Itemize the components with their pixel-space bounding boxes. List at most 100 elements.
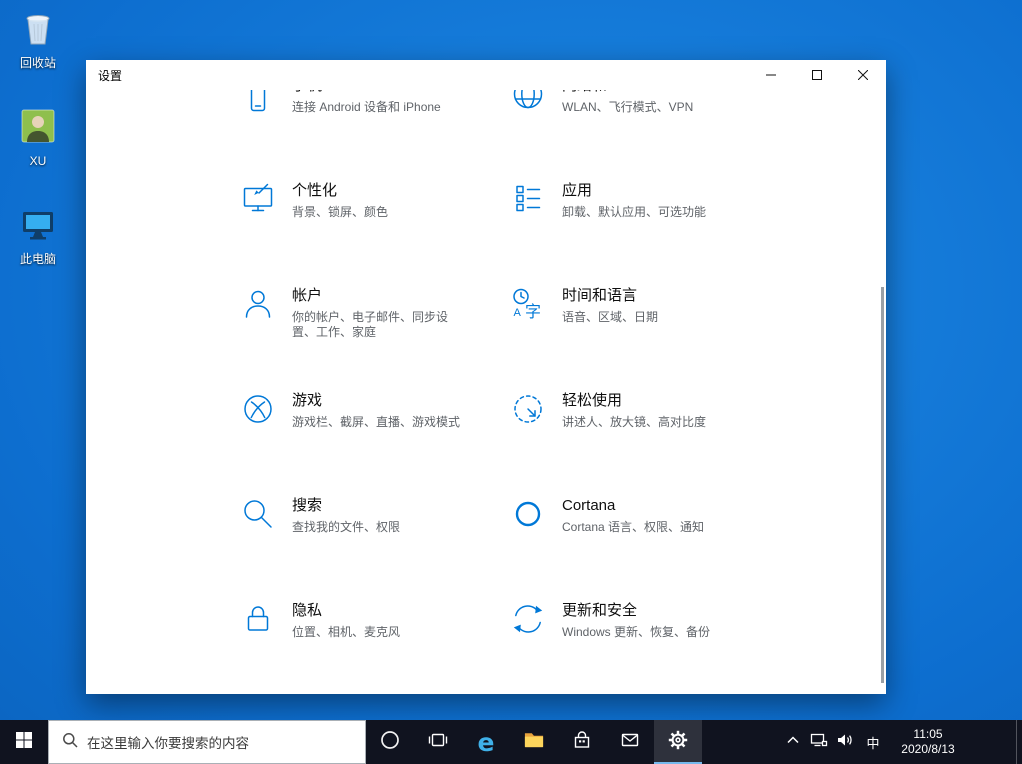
category-title: 游戏	[292, 392, 323, 409]
chevron-up-icon	[785, 732, 801, 753]
desktop-icon-this-pc[interactable]: 此电脑	[6, 204, 70, 266]
settings-category-apps[interactable]: 应用 卸载、默认应用、可选功能	[510, 179, 780, 284]
task-view-icon	[428, 730, 448, 755]
maximize-icon	[812, 70, 822, 80]
category-subtitle: 游戏栏、截屏、直播、游戏模式	[292, 415, 461, 429]
minimize-icon	[766, 74, 776, 76]
task-view-button[interactable]	[414, 720, 462, 764]
settings-titlebar[interactable]: 设置	[86, 60, 886, 90]
file-explorer-button[interactable]	[510, 720, 558, 764]
desktop-icon-recycle-bin[interactable]: 回收站	[6, 8, 70, 70]
desktop-icon-user-files[interactable]: XU	[6, 106, 70, 168]
cortana-icon	[510, 496, 546, 532]
desktop-icon-label: 此电脑	[19, 252, 56, 266]
category-title: 隐私	[292, 602, 323, 619]
network-button[interactable]	[806, 720, 832, 764]
speaker-icon	[836, 731, 854, 754]
taskbar-search-box[interactable]: 在这里输入你要搜索的内容	[48, 720, 366, 764]
category-subtitle: Windows 更新、恢复、备份	[562, 625, 711, 639]
category-title: Cortana	[562, 497, 616, 514]
category-title: 搜索	[292, 497, 323, 514]
close-button[interactable]	[840, 60, 886, 90]
tray-spacer	[968, 720, 1016, 764]
settings-category-phone[interactable]: 手机 连接 Android 设备和 iPhone	[240, 90, 510, 179]
desktop: 回收站 XU 此电脑 设置 连接 Android 设备和 iPhone WLAN…	[0, 0, 1022, 720]
computer-icon	[18, 204, 58, 249]
user-picture-icon	[18, 106, 58, 151]
start-button[interactable]	[0, 720, 48, 764]
desktop-icons: 回收站 XU 此电脑	[6, 8, 70, 266]
settings-category-network[interactable]: 网络和 Internet WLAN、飞行模式、VPN	[510, 90, 780, 179]
tray-overflow-button[interactable]	[780, 720, 806, 764]
xbox-icon	[240, 391, 276, 427]
settings-category-grid: 手机 连接 Android 设备和 iPhone 网络	[240, 90, 886, 694]
category-title: 轻松使用	[562, 392, 623, 409]
network-ethernet-icon	[810, 731, 828, 754]
ime-indicator[interactable]: 中	[858, 720, 888, 764]
windows-logo-icon	[15, 731, 33, 754]
category-subtitle: 背景、锁屏、颜色	[292, 205, 389, 219]
svg-text:A: A	[514, 307, 522, 319]
settings-category-gaming[interactable]: 游戏 游戏栏、截屏、直播、游戏模式	[240, 389, 510, 494]
svg-text:字: 字	[525, 303, 541, 321]
category-subtitle: 位置、相机、麦克风	[292, 625, 401, 639]
globe-icon	[510, 90, 546, 112]
desktop-icon-label: XU	[29, 154, 47, 168]
settings-category-accounts[interactable]: 帐户 你的帐户、电子邮件、同步设置、工作、家庭	[240, 284, 510, 389]
category-title: 应用	[562, 182, 593, 199]
category-title: 手机	[292, 90, 441, 95]
category-title: 更新和安全	[562, 602, 638, 619]
store-button[interactable]	[558, 720, 606, 764]
maximize-button[interactable]	[794, 60, 840, 90]
lock-icon	[240, 601, 276, 637]
volume-button[interactable]	[832, 720, 858, 764]
category-title: 帐户	[292, 287, 323, 304]
category-subtitle: 连接 Android 设备和 iPhone	[292, 100, 441, 114]
category-subtitle: WLAN、飞行模式、VPN	[562, 100, 694, 114]
show-desktop-button[interactable]	[1016, 720, 1022, 764]
settings-category-cortana[interactable]: Cortana Cortana 语言、权限、通知	[510, 494, 780, 599]
update-refresh-icon	[510, 601, 546, 637]
apps-icon	[510, 181, 546, 217]
settings-app-button[interactable]	[654, 720, 702, 764]
search-icon	[62, 732, 78, 753]
settings-category-ease-of-access[interactable]: 轻松使用 讲述人、放大镜、高对比度	[510, 389, 780, 494]
search-placeholder: 在这里输入你要搜索的内容	[87, 736, 249, 751]
category-subtitle: 语音、区域、日期	[562, 310, 659, 324]
minimize-button[interactable]	[748, 60, 794, 90]
mail-envelope-icon	[620, 730, 640, 755]
scrollbar[interactable]	[881, 287, 884, 683]
desktop-icon-label: 回收站	[19, 56, 56, 70]
settings-window: 设置 连接 Android 设备和 iPhone WLAN、飞行模式、VPN 个…	[86, 60, 886, 694]
cortana-button[interactable]	[366, 720, 414, 764]
edge-button[interactable]: e	[462, 720, 510, 764]
category-title: 网络和 Internet	[562, 90, 693, 95]
close-icon	[858, 70, 868, 80]
settings-category-update-security[interactable]: 更新和安全 Windows 更新、恢复、备份	[510, 599, 780, 694]
cortana-icon	[380, 730, 400, 755]
ease-of-access-icon	[510, 391, 546, 427]
edge-icon: e	[477, 727, 495, 757]
category-subtitle: 卸载、默认应用、可选功能	[562, 205, 707, 219]
clock-time: 11:05	[913, 727, 943, 741]
gear-icon	[667, 729, 689, 756]
accounts-icon	[240, 286, 276, 322]
settings-content: 手机 连接 Android 设备和 iPhone 网络	[86, 90, 886, 694]
settings-category-search[interactable]: 搜索 查找我的文件、权限	[240, 494, 510, 599]
recycle-bin-icon	[18, 8, 58, 53]
personalization-icon	[240, 181, 276, 217]
settings-category-privacy[interactable]: 隐私 位置、相机、麦克风	[240, 599, 510, 694]
time-language-icon: A 字	[510, 286, 546, 322]
window-controls	[748, 60, 886, 90]
taskbar-clock[interactable]: 11:05 2020/8/13	[888, 720, 968, 764]
clock-date: 2020/8/13	[901, 742, 955, 756]
phone-icon	[240, 90, 276, 112]
search-icon	[240, 496, 276, 532]
settings-category-time-language[interactable]: A 字 时间和语言 语音、区域、日期	[510, 284, 780, 389]
category-subtitle: 查找我的文件、权限	[292, 520, 401, 534]
mail-button[interactable]	[606, 720, 654, 764]
category-subtitle: Cortana 语言、权限、通知	[562, 520, 705, 534]
settings-category-personalization[interactable]: 个性化 背景、锁屏、颜色	[240, 179, 510, 284]
window-title: 设置	[98, 68, 123, 83]
category-subtitle: 讲述人、放大镜、高对比度	[562, 415, 707, 429]
